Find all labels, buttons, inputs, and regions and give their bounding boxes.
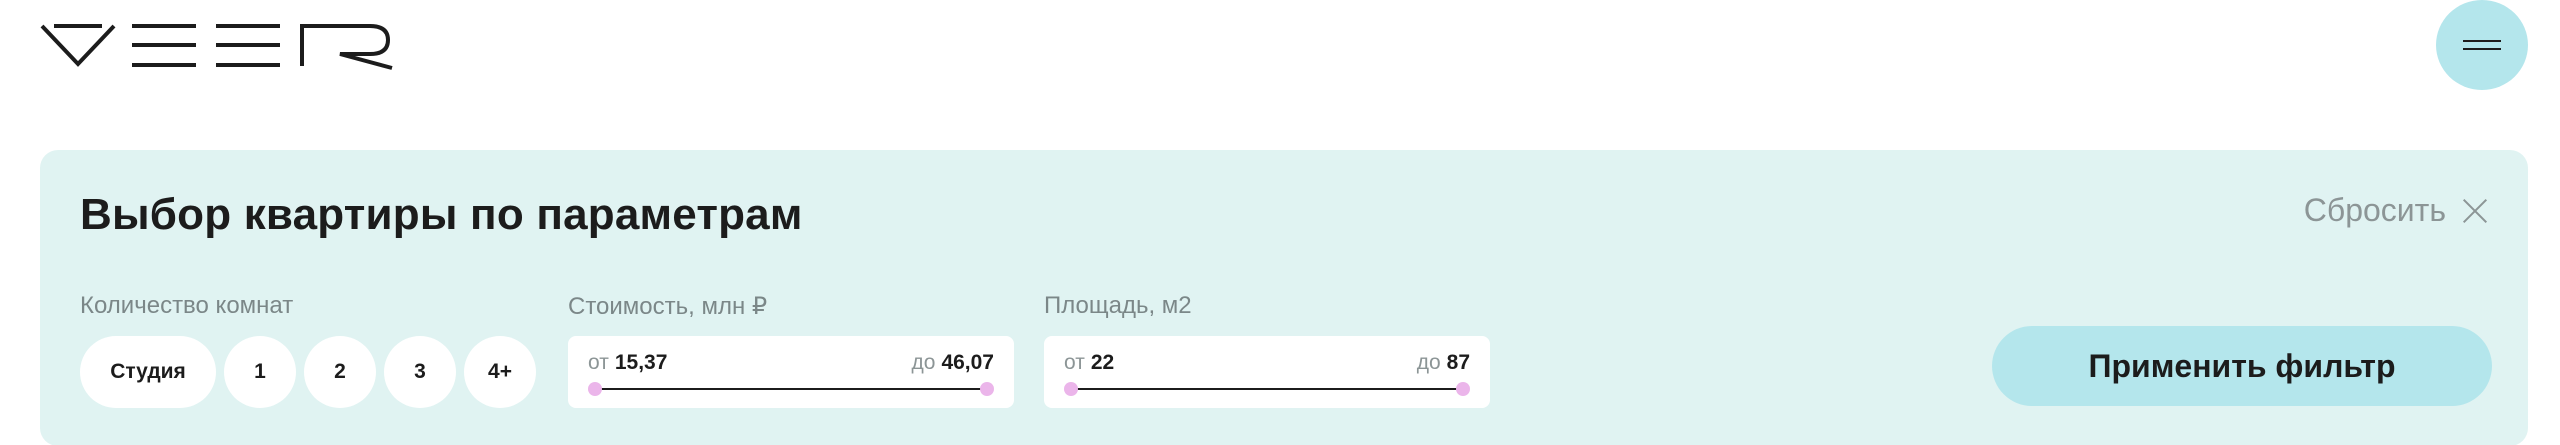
room-option-3[interactable]: 3 [384,336,456,408]
menu-button[interactable] [2436,0,2528,90]
hamburger-icon [2463,40,2501,50]
reset-label: Сбросить [2303,192,2446,228]
price-to-value: 46,07 [941,351,994,374]
area-from-value: 22 [1090,351,1115,374]
area-label: Площадь, м2 [1044,292,1192,319]
room-option-2[interactable]: 2 [304,336,376,408]
filter-panel: Выбор квартиры по параметрам Сбросить Ко… [40,150,2528,445]
area-range[interactable]: от 22 до 87 [1044,336,1490,408]
price-to-prefix: до [911,351,936,374]
area-from-prefix: от [1064,351,1085,374]
filter-title: Выбор квартиры по параметрам [80,190,803,239]
rooms-label: Количество комнат [80,292,294,319]
price-label: Стоимость, млн ₽ [568,293,768,320]
area-min-handle[interactable] [1064,382,1078,396]
veer-logo[interactable] [40,22,396,70]
price-from-value: 15,37 [614,351,668,374]
area-to-value: 87 [1446,351,1470,374]
area-max-handle[interactable] [1456,382,1470,396]
price-max-handle[interactable] [980,382,994,396]
room-option-1[interactable]: 1 [224,336,296,408]
price-min-handle[interactable] [588,382,602,396]
room-option-4plus[interactable]: 4+ [464,336,536,408]
area-track[interactable] [1070,388,1464,390]
apply-filter-button[interactable]: Применить фильтр [1992,326,2492,406]
close-icon [2462,198,2488,224]
price-range[interactable]: от 15,37 до 46,07 [568,336,1014,408]
price-from-prefix: от [588,351,609,374]
reset-button[interactable]: Сбросить [2304,192,2488,229]
room-option-studio[interactable]: Студия [80,336,216,408]
area-to-prefix: до [1416,351,1441,374]
rooms-selector: Студия 1 2 3 4+ [80,336,536,408]
price-track[interactable] [594,388,988,390]
